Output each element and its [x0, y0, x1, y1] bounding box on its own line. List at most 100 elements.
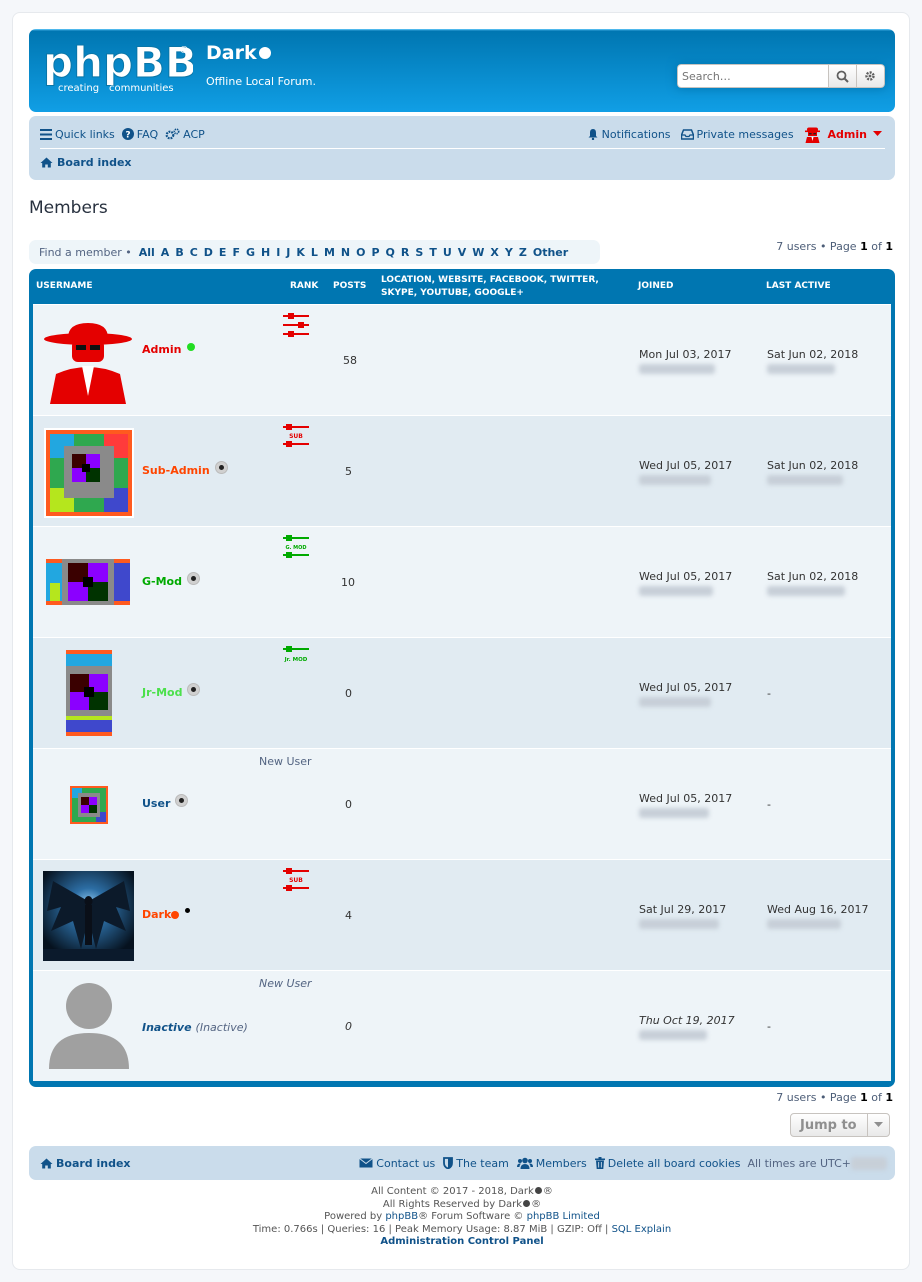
logo-tagline-2: communities [109, 83, 174, 94]
post-count[interactable]: 58 [343, 354, 357, 367]
letter-s[interactable]: S [415, 246, 423, 259]
notifications-link[interactable]: Notifications [587, 128, 671, 141]
letter-other[interactable]: Other [533, 246, 568, 259]
table-row: Admin 58 Mon Jul 03, 2017 Sat Jun 02, 20… [33, 304, 891, 415]
letter-e[interactable]: E [219, 246, 227, 259]
post-count[interactable]: 0 [345, 798, 352, 811]
letter-m[interactable]: M [324, 246, 335, 259]
post-count[interactable]: 10 [341, 576, 355, 589]
letter-all[interactable]: All [139, 246, 155, 259]
private-messages-link[interactable]: Private messages [680, 128, 794, 141]
redacted-time [639, 808, 709, 818]
members-link[interactable]: Members [516, 1157, 587, 1170]
post-count[interactable]: 5 [345, 465, 352, 478]
question-icon: ? [121, 128, 134, 140]
breadcrumb-board-index[interactable]: Board index [40, 156, 132, 169]
faq-link[interactable]: ? FAQ [121, 128, 158, 141]
letter-n[interactable]: N [341, 246, 350, 259]
letter-u[interactable]: U [443, 246, 452, 259]
phpbb-limited-link[interactable]: phpBB Limited [527, 1211, 600, 1222]
footer-board-index[interactable]: Board index [40, 1157, 131, 1170]
delete-cookies-link[interactable]: Delete all board cookies [594, 1157, 740, 1170]
powered-by: Powered by phpBB® Forum Software © phpBB… [324, 1211, 600, 1222]
copyright-line-2: All Rights Reserved by Dark ® [382, 1198, 542, 1210]
svg-text:SUB: SUB [289, 433, 303, 440]
site-description: Offline Local Forum. [206, 75, 316, 88]
post-count[interactable]: 4 [345, 909, 352, 922]
letter-p[interactable]: P [371, 246, 379, 259]
letter-b[interactable]: B [175, 246, 183, 259]
letter-k[interactable]: K [296, 246, 305, 259]
header-rank[interactable]: RANK [290, 281, 318, 291]
svg-text:Jr. MOD: Jr. MOD [284, 657, 308, 663]
search-input[interactable] [677, 64, 828, 88]
letter-y[interactable]: Y [505, 246, 513, 259]
page-wrap: phpBB ® creating communities Dark Offlin… [12, 12, 910, 1270]
header-posts[interactable]: POSTS [333, 281, 366, 291]
acp-footer-link[interactable]: Administration Control Panel [380, 1236, 543, 1247]
logo-text: phpBB [43, 41, 193, 87]
username-link[interactable]: Admin [142, 342, 196, 356]
letter-q[interactable]: Q [386, 246, 395, 259]
last-active-date: - [767, 687, 771, 700]
jump-to-caret[interactable] [867, 1114, 889, 1136]
header-joined[interactable]: JOINED [638, 281, 674, 291]
members-table: USERNAME RANK POSTS LOCATION, WEBSITE, F… [29, 269, 895, 1087]
the-team-link[interactable]: The team [443, 1157, 509, 1170]
sql-explain-link[interactable]: SQL Explain [612, 1224, 672, 1235]
username-link[interactable]: User [142, 794, 189, 810]
redacted-time [639, 697, 711, 707]
phpbb-link[interactable]: phpBB [385, 1211, 418, 1222]
contact-us-link[interactable]: Contact us [359, 1157, 435, 1170]
letter-j[interactable]: J [286, 246, 290, 259]
letter-c[interactable]: C [190, 246, 198, 259]
logo-tagline-1: creating [58, 83, 99, 94]
letter-t[interactable]: T [429, 246, 437, 259]
username-link[interactable]: Inactive (Inactive) [142, 1021, 248, 1034]
post-count[interactable]: 0 [345, 687, 352, 700]
letter-h[interactable]: H [261, 246, 270, 259]
status-icon [187, 683, 201, 696]
search-icon [836, 70, 849, 83]
header-username[interactable]: USERNAME [36, 281, 92, 291]
inbox-icon [680, 128, 694, 140]
header-location-2: SKYPE, YOUTUBE, GOOGLE+ [381, 288, 524, 298]
redacted-time [767, 586, 845, 596]
last-active-date: Sat Jun 02, 2018 [767, 459, 859, 472]
acp-link[interactable]: ACP [165, 128, 205, 141]
status-icon [175, 794, 189, 807]
letter-f[interactable]: F [232, 246, 240, 259]
home-icon [40, 1158, 53, 1168]
nav-row: Quick links ? FAQ ACP Notifications Priv… [40, 124, 885, 144]
table-row: New User Inactive (Inactive) 0 Thu Oct 1… [33, 970, 891, 1081]
phpbb-logo[interactable]: phpBB ® creating communities [43, 41, 193, 95]
username-link[interactable]: Sub-Admin [142, 461, 228, 477]
redacted-time [639, 1030, 707, 1040]
letter-l[interactable]: L [311, 246, 318, 259]
letter-d[interactable]: D [204, 246, 213, 259]
letter-v[interactable]: V [458, 246, 467, 259]
letter-o[interactable]: O [356, 246, 365, 259]
advanced-search-button[interactable] [856, 64, 885, 88]
jump-to-button[interactable]: Jump to [790, 1113, 890, 1137]
letter-i[interactable]: I [276, 246, 280, 259]
letter-x[interactable]: X [490, 246, 498, 259]
username-link[interactable]: Dark [142, 908, 191, 921]
quick-links-menu[interactable]: Quick links [40, 128, 115, 141]
letter-g[interactable]: G [246, 246, 255, 259]
page-title: Members [29, 198, 108, 218]
svg-text:G. MOD: G. MOD [285, 545, 306, 551]
username-link[interactable]: Jr-Mod [142, 683, 201, 699]
copyright-line-1: All Content © 2017 - 2018, Dark ® [371, 1186, 553, 1197]
table-row: New User User 0 Wed Jul 05, 2017 - [33, 748, 891, 859]
letter-a[interactable]: A [161, 246, 170, 259]
letter-z[interactable]: Z [519, 246, 527, 259]
username-link[interactable]: G-Mod [142, 572, 200, 588]
search-button[interactable] [828, 64, 857, 88]
site-title-dot [258, 47, 271, 59]
letter-r[interactable]: R [401, 246, 409, 259]
letter-w[interactable]: W [472, 246, 484, 259]
header-last-active[interactable]: LAST ACTIVE [766, 281, 831, 291]
header-bar: phpBB ® creating communities Dark Offlin… [29, 29, 895, 112]
user-menu[interactable]: Admin [804, 126, 885, 143]
